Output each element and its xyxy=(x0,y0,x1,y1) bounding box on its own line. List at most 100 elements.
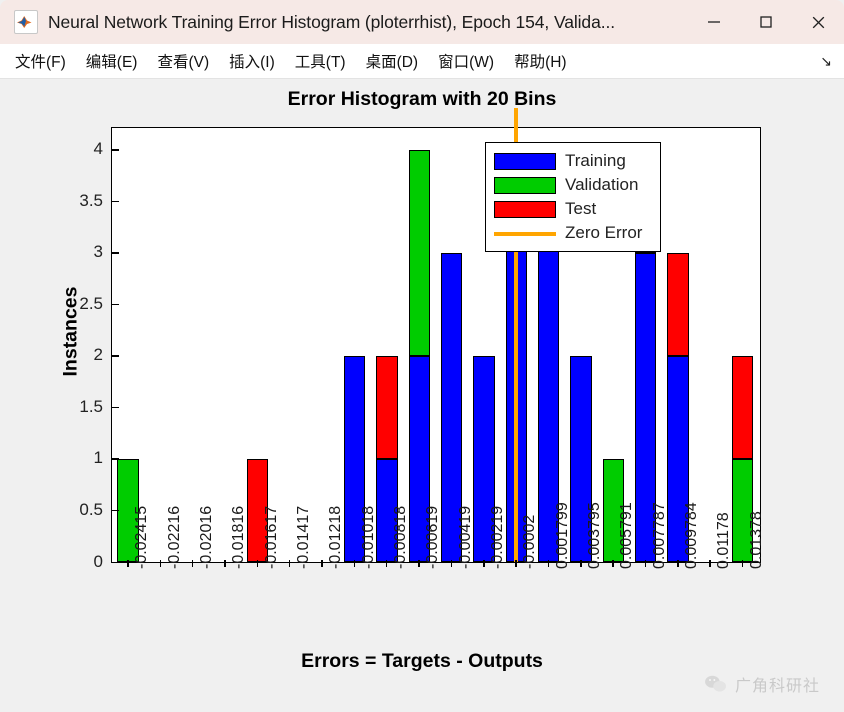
legend-entry-test: Test xyxy=(494,197,652,221)
x-axis-label: Errors = Targets - Outputs xyxy=(301,650,543,672)
x-tick-mark xyxy=(224,560,226,567)
x-tick-label: -0.0002 xyxy=(521,514,539,569)
histogram-bar xyxy=(408,149,430,562)
histogram-bars xyxy=(112,128,760,562)
menu-tools[interactable]: 工具(T) xyxy=(286,50,355,72)
x-tick-mark xyxy=(709,560,711,567)
x-tick-mark xyxy=(159,560,162,567)
x-tick-mark xyxy=(644,560,647,567)
x-tick-label: -0.01617 xyxy=(262,505,280,569)
plot-area xyxy=(111,108,761,563)
x-tick-mark xyxy=(191,560,194,567)
bar-segment-test xyxy=(732,355,754,459)
x-tick-label: 0.007787 xyxy=(650,502,668,569)
y-tick-label: 3.5 xyxy=(79,190,103,210)
matlab-figure-window: Neural Network Training Error Histogram … xyxy=(0,0,844,712)
x-tick-label: -0.02016 xyxy=(197,505,215,569)
y-tick-mark xyxy=(111,303,119,306)
watermark: 广角科研社 xyxy=(704,672,820,696)
menu-window[interactable]: 窗口(W) xyxy=(429,50,503,72)
title-bar: Neural Network Training Error Histogram … xyxy=(0,0,844,44)
x-tick-label: -0.02415 xyxy=(133,505,151,569)
x-tick-mark xyxy=(321,560,323,567)
x-tick-mark xyxy=(741,560,744,567)
x-tick-mark xyxy=(385,560,388,567)
x-tick-label: -0.01018 xyxy=(359,505,377,569)
menu-file[interactable]: 文件(F) xyxy=(6,50,75,72)
y-axis-label: Instances xyxy=(59,286,82,377)
y-tick-label: 0.5 xyxy=(79,499,103,519)
legend-label-zero-error: Zero Error xyxy=(565,223,643,242)
legend-swatch-test xyxy=(494,200,556,218)
x-tick-mark xyxy=(418,560,420,567)
matlab-icon xyxy=(14,10,38,34)
x-tick-label: 0.009784 xyxy=(683,502,701,569)
x-tick-label: -0.01218 xyxy=(327,505,345,569)
x-tick-label: -0.02216 xyxy=(165,505,183,569)
x-tick-mark xyxy=(547,560,550,567)
x-tick-label: -0.01417 xyxy=(294,505,312,569)
x-tick-label: -0.00619 xyxy=(424,505,442,569)
chart-legend: Training Validation Test Zero Error xyxy=(485,142,661,252)
menu-help[interactable]: 帮助(H) xyxy=(505,50,576,72)
watermark-text: 广角科研社 xyxy=(734,678,820,695)
x-tick-label: 0.01378 xyxy=(747,511,765,569)
x-tick-mark xyxy=(515,560,517,567)
x-tick-label: 0.001799 xyxy=(553,502,571,569)
y-tick-label: 1 xyxy=(93,448,103,468)
legend-entry-validation: Validation xyxy=(494,173,652,197)
figure-canvas: Error Histogram with 20 Bins Instances 0… xyxy=(8,80,836,704)
y-tick-mark xyxy=(111,149,119,151)
bar-segment-test xyxy=(667,252,689,356)
wechat-icon xyxy=(705,675,726,692)
legend-label-validation: Validation xyxy=(565,175,639,194)
x-tick-label: -0.01816 xyxy=(230,505,248,569)
menu-expand-icon[interactable]: ↘ xyxy=(820,53,832,70)
legend-entry-zero-error: Zero Error xyxy=(494,221,652,245)
x-tick-mark xyxy=(612,560,614,567)
x-tick-mark xyxy=(353,560,356,567)
x-tick-label: -0.00818 xyxy=(391,505,409,569)
y-tick-mark xyxy=(111,458,119,460)
y-tick-label: 3 xyxy=(93,242,103,262)
chart-title: Error Histogram with 20 Bins xyxy=(287,88,557,110)
legend-label-training: Training xyxy=(565,151,626,170)
x-tick-label: -0.00219 xyxy=(489,505,507,569)
x-tick-mark xyxy=(580,560,582,567)
y-tick-mark xyxy=(111,561,119,563)
y-tick-label: 0 xyxy=(93,551,103,571)
menu-view[interactable]: 查看(V) xyxy=(148,50,218,72)
legend-entry-training: Training xyxy=(494,149,652,173)
y-tick-mark xyxy=(111,252,119,254)
bar-segment-test xyxy=(376,355,398,459)
x-tick-mark xyxy=(256,560,259,567)
x-tick-label: 0.005791 xyxy=(618,502,636,569)
x-tick-label: 0.01178 xyxy=(715,512,733,569)
y-tick-mark xyxy=(111,355,119,357)
legend-swatch-zero-error xyxy=(494,225,556,242)
legend-swatch-training xyxy=(494,152,556,170)
menu-bar: 文件(F) 编辑(E) 查看(V) 插入(I) 工具(T) 桌面(D) 窗口(W) 帮助(H)… xyxy=(0,44,844,79)
y-tick-mark xyxy=(111,509,119,512)
x-tick-label: -0.00419 xyxy=(456,505,474,569)
y-tick-mark xyxy=(111,406,119,409)
menu-desktop[interactable]: 桌面(D) xyxy=(357,50,428,72)
menu-insert[interactable]: 插入(I) xyxy=(220,50,284,72)
minimize-button[interactable] xyxy=(688,0,740,44)
y-tick-label: 4 xyxy=(93,139,103,159)
window-controls xyxy=(688,0,844,44)
x-tick-mark xyxy=(483,560,485,567)
x-tick-mark xyxy=(127,560,129,567)
y-tick-mark xyxy=(111,200,119,203)
maximize-button[interactable] xyxy=(740,0,792,44)
bar-segment-validation xyxy=(408,149,430,356)
menu-edit[interactable]: 编辑(E) xyxy=(77,50,147,72)
legend-swatch-validation xyxy=(494,176,556,194)
x-tick-label: 0.003795 xyxy=(586,502,604,569)
x-tick-mark xyxy=(677,560,679,567)
window-title: Neural Network Training Error Histogram … xyxy=(48,11,615,32)
x-tick-mark xyxy=(288,560,291,567)
x-tick-mark xyxy=(450,560,453,567)
y-tick-label: 2.5 xyxy=(79,293,103,313)
close-button[interactable] xyxy=(792,0,844,44)
